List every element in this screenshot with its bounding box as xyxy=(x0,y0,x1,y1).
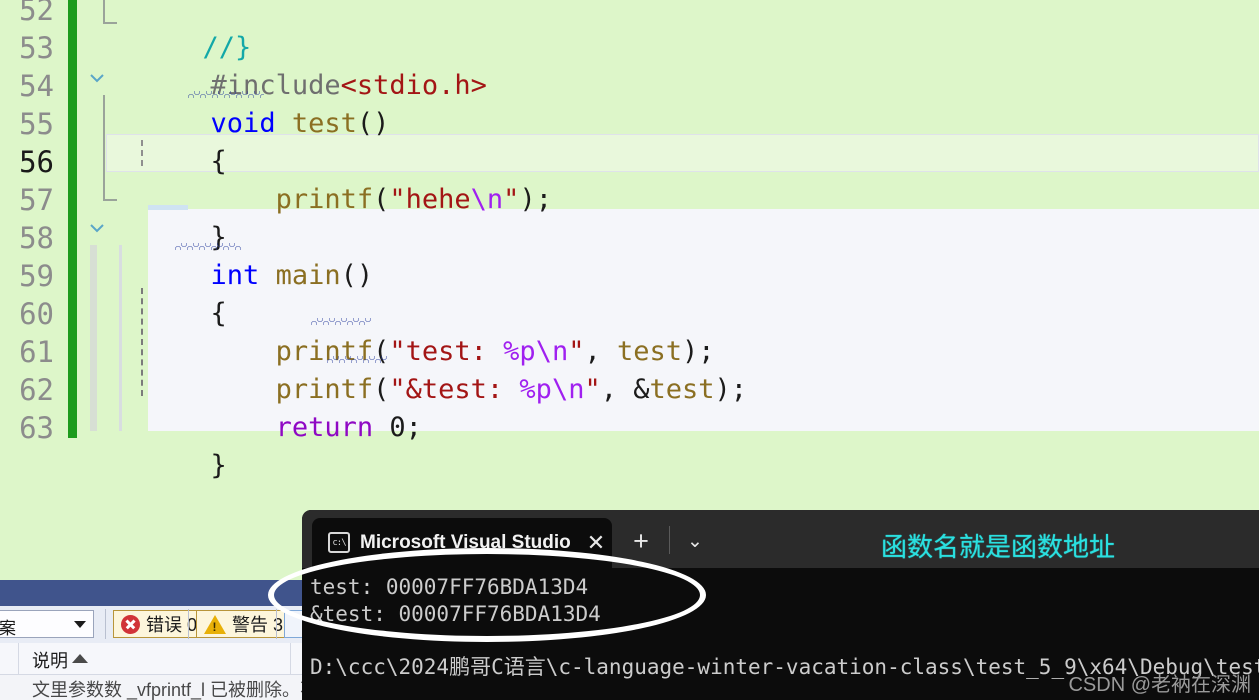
line-number: 58 xyxy=(19,221,54,255)
line-number-gutter: 52 53 54 55 56 57 58 59 60 61 62 63 xyxy=(0,0,62,580)
squiggle-underline-test-fmt xyxy=(311,318,371,325)
console-tab-strip: c:\ Microsoft Visual Studio 调试控 ✕ + ⌄ xyxy=(302,510,1259,568)
console-tab[interactable]: c:\ Microsoft Visual Studio 调试控 ✕ xyxy=(312,518,612,568)
errors-badge[interactable]: 错误 0 xyxy=(113,610,206,638)
line-number: 57 xyxy=(19,183,54,217)
column-divider xyxy=(18,643,19,674)
code-line: return 0; xyxy=(113,371,422,443)
code-token: " xyxy=(503,184,520,215)
chevron-down-icon[interactable]: ⌄ xyxy=(680,530,710,554)
line-number: 54 xyxy=(19,69,54,103)
line-number: 53 xyxy=(19,31,54,65)
code-line: void test() xyxy=(113,67,390,139)
code-token: %p xyxy=(519,374,552,405)
error-icon xyxy=(121,614,140,634)
line-number: 55 xyxy=(19,107,54,141)
code-token: , & xyxy=(600,374,650,405)
code-token: printf xyxy=(210,184,374,215)
code-line: int main() xyxy=(113,219,374,291)
code-line: } xyxy=(113,181,227,253)
code-editor[interactable]: 52 53 54 55 56 57 58 59 60 61 62 63 //} … xyxy=(0,0,1259,580)
new-tab-icon[interactable]: + xyxy=(627,528,655,556)
close-icon[interactable]: ✕ xyxy=(584,531,608,555)
code-token: () xyxy=(356,108,390,139)
line-number: 59 xyxy=(19,259,54,293)
line-number: 63 xyxy=(19,411,54,445)
warning-icon xyxy=(204,614,226,634)
code-token: ); xyxy=(714,374,748,405)
console-tab-title: Microsoft Visual Studio 调试控 xyxy=(360,532,572,553)
code-line: { xyxy=(113,257,227,329)
line-number: 52 xyxy=(19,0,54,27)
code-token: 0; xyxy=(389,412,422,443)
toolbar-divider xyxy=(188,609,189,639)
code-token: test xyxy=(291,108,357,139)
column-header-description[interactable]: 说明 xyxy=(32,647,68,673)
code-token: return xyxy=(210,412,390,443)
line-number: 61 xyxy=(19,335,54,369)
line-number: 62 xyxy=(19,373,54,407)
line-number: 60 xyxy=(19,297,54,331)
annotation-note: 函数名就是函数地址 xyxy=(881,532,1116,562)
code-token: \n xyxy=(470,184,504,215)
column-divider xyxy=(290,643,291,674)
watermark-text: CSDN @老衲在深渊 xyxy=(1068,674,1251,696)
code-line: printf("&test: %p\n", &test); xyxy=(113,333,747,405)
sort-ascending-icon xyxy=(72,654,88,663)
code-token: main xyxy=(275,260,341,291)
errors-count-label: 错误 0 xyxy=(146,615,198,635)
code-line: //} xyxy=(105,0,252,63)
scope-filter-value: 案 xyxy=(0,619,16,638)
console-output-line-prompt: 按任意键关闭此窗口. . . xyxy=(310,681,641,700)
squiggle-underline-main-decl xyxy=(175,243,241,250)
code-lines[interactable]: //} #include<stdio.h> void test() { prin… xyxy=(85,0,1259,580)
code-line: printf("hehe\n"); xyxy=(113,143,552,215)
console-output-line: test: 00007FF76BDA13D4 xyxy=(310,575,589,599)
code-token: test xyxy=(649,374,715,405)
toolbar-divider xyxy=(105,609,106,639)
chevron-down-icon xyxy=(74,621,86,628)
change-indicator-bar xyxy=(68,0,77,438)
code-line: } xyxy=(113,409,227,481)
code-token: ( xyxy=(373,184,390,215)
code-line: printf("test: %p\n", test); xyxy=(113,295,715,367)
squiggle-underline-test-fmt2 xyxy=(327,356,387,363)
scope-filter-combobox[interactable]: 案 xyxy=(0,610,94,638)
code-token: " xyxy=(584,374,601,405)
code-token: "hehe xyxy=(389,184,471,215)
code-token: ); xyxy=(519,184,552,215)
tabstrip-divider xyxy=(669,526,670,554)
code-line: { xyxy=(113,105,227,177)
squiggle-underline-test-decl xyxy=(188,91,264,98)
line-number-current: 56 xyxy=(19,145,54,179)
console-icon: c:\ xyxy=(328,532,350,553)
code-token: \n xyxy=(551,374,585,405)
toolbar-divider xyxy=(276,609,277,639)
console-output-line: &test: 00007FF76BDA13D4 xyxy=(310,602,601,626)
code-token: } xyxy=(210,450,227,481)
code-token: () xyxy=(340,260,374,291)
code-line: #include<stdio.h> xyxy=(113,29,487,101)
